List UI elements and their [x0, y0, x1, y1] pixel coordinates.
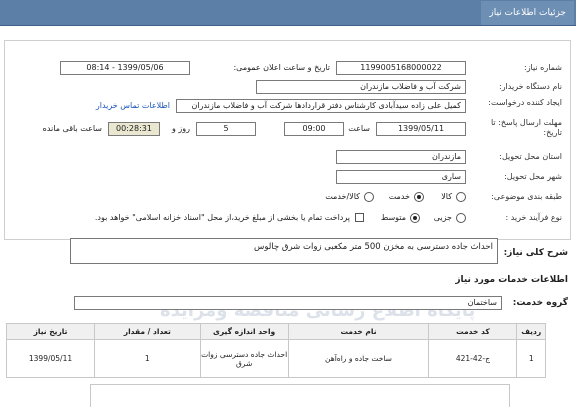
col-qty-header: تعداد / مقدار [94, 323, 201, 340]
process-radio-minor[interactable] [456, 213, 466, 223]
cell-unit: احداث جاده دسترسی زوات شرق [199, 339, 289, 378]
header-bar: جزئیات اطلاعات نیاز [0, 0, 576, 26]
buyer-contact-link[interactable]: اطلاعات تماس خریدار [96, 101, 170, 111]
category-radio-service[interactable] [414, 192, 424, 202]
days-label: روز و [172, 124, 190, 133]
need-number-label: شماره نیاز: [524, 63, 562, 72]
category-label: طبقه بندی موضوعی: [491, 192, 562, 201]
cell-row-number: 1 [516, 339, 546, 378]
services-table: ردیف کد خدمت نام خدمت واحد اندازه گیری ت… [5, 323, 546, 378]
province-field: مازندران [336, 150, 466, 164]
days-field: 5 [196, 122, 256, 136]
payment-note: پرداخت تمام یا بخشی از مبلغ خرید،از محل … [94, 213, 350, 222]
announce-field: 1399/05/06 - 08:14 [60, 61, 190, 75]
treasury-checkbox[interactable] [355, 213, 364, 222]
city-field: ساری [336, 170, 466, 184]
buyer-label: نام دستگاه خریدار: [499, 82, 562, 91]
hour-label: ساعت [348, 124, 370, 133]
page-title: جزئیات اطلاعات نیاز [481, 1, 574, 25]
col-row-header: ردیف [516, 323, 546, 340]
creator-label: ایجاد کننده درخواست: [488, 98, 562, 107]
creator-field: کمیل علی زاده سیدآبادی کارشناس دفتر قرار… [176, 99, 466, 113]
city-label: شهر محل تحویل: [504, 172, 562, 181]
cell-service-name: ساخت جاده و راه‌آهن [287, 339, 430, 378]
summary-label: شرح کلی نیاز: [503, 248, 568, 258]
announce-label: تاریخ و ساعت اعلان عمومی: [233, 63, 330, 72]
category-radio-goods[interactable] [456, 192, 466, 202]
table-header-row: ردیف کد خدمت نام خدمت واحد اندازه گیری ت… [5, 323, 546, 340]
summary-box: احداث جاده دسترسی به مخزن 500 متر مکعبی … [70, 238, 498, 264]
service-group-label: گروه خدمت: [512, 298, 568, 308]
col-date-header: تاریخ نیاز [5, 323, 96, 340]
process-radio-medium[interactable] [410, 213, 420, 223]
deadline-date-field: 1399/05/11 [376, 122, 466, 136]
notes-box [90, 384, 510, 407]
deadline-label: مهلت ارسال پاسخ: تا تاریخ: [490, 118, 562, 137]
table-row: 1 ج-42-421 ساخت جاده و راه‌آهن احداث جاد… [5, 339, 546, 378]
category-option-goods-service: کالا/خدمت [325, 192, 360, 201]
category-radio-goods-service[interactable] [364, 192, 374, 202]
category-option-goods: کالا [441, 192, 452, 201]
deadline-time-field: 09:00 [284, 122, 344, 136]
col-name-header: نام خدمت [287, 323, 430, 340]
col-unit-header: واحد اندازه گیری [199, 323, 289, 340]
remaining-time-field: 00:28:31 [108, 122, 160, 136]
buyer-field: شرکت آب و فاضلاب مازندران [256, 80, 466, 94]
services-section-title: اطلاعات خدمات مورد نیاز [455, 275, 568, 285]
cell-quantity: 1 [94, 339, 201, 378]
process-label: نوع فرآیند خرید : [505, 213, 562, 222]
need-number-field: 1199005168000022 [336, 61, 466, 75]
process-option-medium: متوسط [380, 213, 406, 222]
remaining-label: ساعت باقی مانده [42, 124, 102, 133]
cell-service-code: ج-42-421 [428, 339, 518, 378]
service-group-field: ساختمان [74, 296, 502, 310]
category-option-service: خدمت [388, 192, 410, 201]
need-details-panel: شماره نیاز: 1199005168000022 تاریخ و ساع… [4, 40, 571, 240]
cell-need-date: 1399/05/11 [5, 339, 96, 378]
province-label: استان محل تحویل: [499, 152, 562, 161]
col-code-header: کد خدمت [428, 323, 518, 340]
process-option-minor: جزیی [433, 213, 452, 222]
